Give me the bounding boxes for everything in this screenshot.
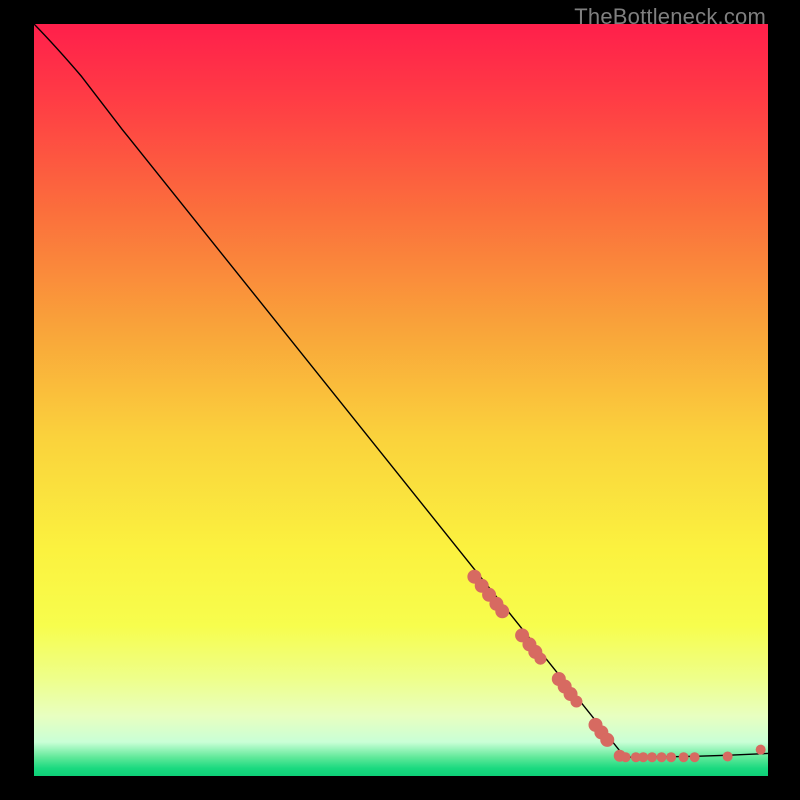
- scatter-point: [647, 752, 657, 762]
- scatter-point: [756, 745, 766, 755]
- chart-frame: TheBottleneck.com: [0, 0, 800, 800]
- scatter-point: [666, 752, 676, 762]
- scatter-point: [600, 733, 614, 747]
- watermark-text: TheBottleneck.com: [574, 4, 766, 30]
- scatter-point: [534, 653, 546, 665]
- plot-area: [34, 24, 768, 776]
- scatter-point: [657, 752, 667, 762]
- plot-svg: [34, 24, 768, 776]
- scatter-point: [690, 752, 700, 762]
- scatter-point: [621, 752, 631, 762]
- scatter-point: [679, 752, 689, 762]
- background-gradient: [34, 24, 768, 776]
- scatter-point: [570, 696, 582, 708]
- scatter-point: [723, 751, 733, 761]
- scatter-point: [495, 604, 509, 618]
- scatter-point: [638, 752, 648, 762]
